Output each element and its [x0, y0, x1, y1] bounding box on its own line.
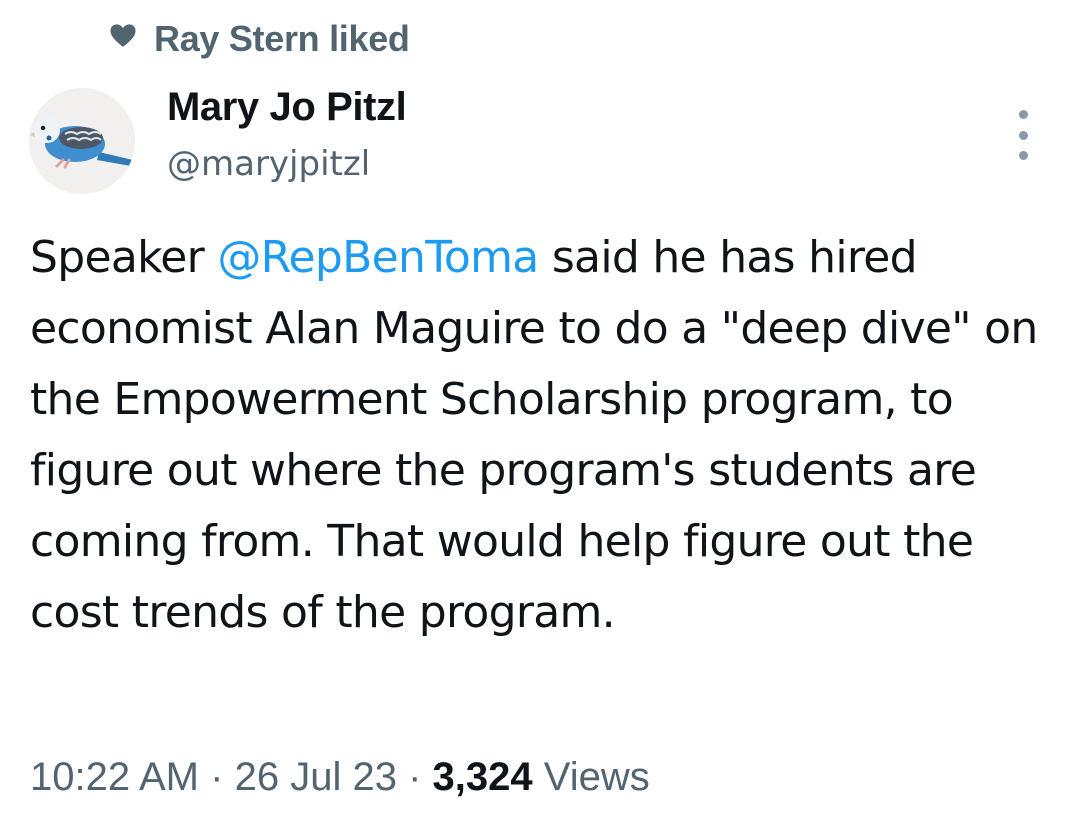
- author-handle[interactable]: @maryjpitzl: [167, 144, 370, 184]
- more-vertical-icon-dot: [1018, 130, 1028, 140]
- tweet-text-rest: said he has hired economist Alan Maguire…: [30, 232, 1038, 638]
- avatar[interactable]: [29, 88, 135, 194]
- social-context-text: Ray Stern liked: [154, 18, 410, 59]
- mention-link[interactable]: @RepBenToma: [217, 232, 539, 283]
- heart-icon: [110, 24, 136, 47]
- tweet-text: Speaker @RepBenToma said he has hired ec…: [30, 222, 1050, 648]
- tweet-text-lead: Speaker: [30, 232, 218, 283]
- parakeet-avatar: [29, 88, 135, 194]
- views-label[interactable]: Views: [544, 755, 650, 799]
- more-vertical-icon: [1018, 110, 1028, 119]
- tweet-time[interactable]: 10:22 AM: [30, 755, 199, 799]
- views-count: 3,324: [432, 755, 533, 799]
- tweet-meta: 10:22 AM · 26 Jul 23 · 3,324 Views: [30, 755, 650, 800]
- meta-separator: ·: [408, 755, 422, 799]
- more-options-button[interactable]: [1008, 110, 1038, 160]
- author-name[interactable]: Mary Jo Pitzl: [167, 85, 407, 130]
- meta-separator: ·: [210, 755, 224, 799]
- more-vertical-icon-dot: [1018, 151, 1028, 160]
- tweet-date[interactable]: 26 Jul 23: [235, 755, 397, 799]
- social-context[interactable]: Ray Stern liked: [108, 18, 410, 60]
